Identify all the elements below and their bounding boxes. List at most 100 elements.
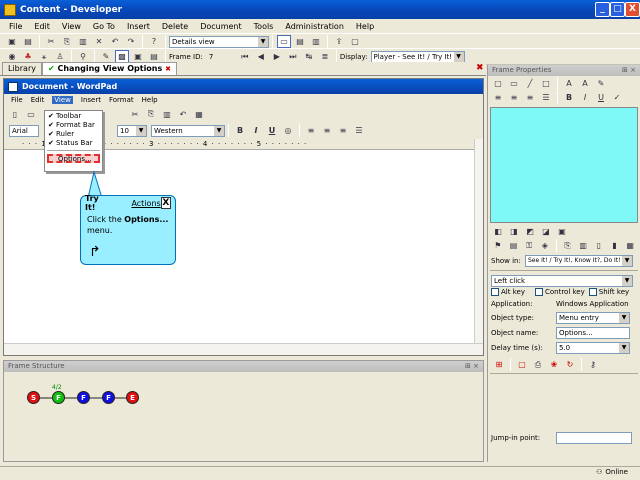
object-type-combo[interactable]: Menu entry ▼ xyxy=(556,312,630,324)
menu-item-ruler[interactable]: ✔ Ruler xyxy=(45,129,102,138)
tryit-close-button[interactable]: X xyxy=(160,197,171,209)
underline-icon[interactable]: U xyxy=(594,91,608,104)
tool-e-icon[interactable]: ▣ xyxy=(555,225,569,238)
font-size-icon[interactable]: A xyxy=(578,77,592,90)
event-icon[interactable]: ⊞ xyxy=(492,358,506,371)
menu-item-status-bar[interactable]: ✔ Status Bar xyxy=(45,138,102,147)
frame-node[interactable]: F xyxy=(77,391,90,404)
open-icon[interactable]: ▭ xyxy=(24,108,38,121)
menu-tools[interactable]: Tools xyxy=(254,22,274,31)
menu-view[interactable]: View xyxy=(62,22,81,31)
font-icon[interactable]: A xyxy=(562,77,576,90)
refresh-icon[interactable]: ↻ xyxy=(563,358,577,371)
window-icon[interactable]: ▢ xyxy=(348,35,362,48)
tool-c-icon[interactable]: ◩ xyxy=(523,225,537,238)
undo-icon[interactable]: ↶ xyxy=(108,35,122,48)
panel-pin-icon[interactable]: ⊞ × xyxy=(465,361,479,372)
select-icon[interactable]: ▢ xyxy=(491,77,505,90)
copy-icon[interactable]: ⎘ xyxy=(144,108,158,121)
shift-key-checkbox[interactable] xyxy=(588,288,597,296)
bold-button[interactable]: B xyxy=(233,124,247,137)
document-editor[interactable] xyxy=(4,151,474,343)
jump-in-input[interactable] xyxy=(556,432,632,444)
vertical-scrollbar[interactable] xyxy=(474,139,483,343)
tab-library[interactable]: Library xyxy=(2,62,42,75)
horizontal-scrollbar[interactable] xyxy=(4,343,483,355)
frame-node-current[interactable]: F xyxy=(52,391,65,404)
print-icon[interactable]: ⎙ xyxy=(531,358,545,371)
italic-button[interactable]: I xyxy=(249,124,263,137)
show-in-combo[interactable]: See It! / Try It!, Know It?, Do It! ▼ xyxy=(525,254,633,267)
lock-icon[interactable]: ⚿ xyxy=(522,239,536,252)
align-center-icon[interactable]: ≡ xyxy=(507,91,521,104)
actions-link[interactable]: Actions xyxy=(131,199,160,208)
undo-icon[interactable]: ↶ xyxy=(176,108,190,121)
ribbon-icon[interactable]: ❀ xyxy=(547,358,561,371)
wp-menu-view[interactable]: View xyxy=(52,96,73,104)
delay-combo[interactable]: 5.0 ▼ xyxy=(556,342,630,354)
menu-item-options[interactable]: Options... xyxy=(47,154,100,163)
publish-icon[interactable]: ⇪ xyxy=(332,35,346,48)
action-combo[interactable]: Left click ▼ xyxy=(491,275,633,287)
doc-icon[interactable]: ▯ xyxy=(592,239,606,252)
wp-menu-file[interactable]: File xyxy=(11,96,23,104)
line-icon[interactable]: ╱ xyxy=(523,77,537,90)
redo-icon[interactable]: ↷ xyxy=(124,35,138,48)
wp-menu-edit[interactable]: Edit xyxy=(31,96,45,104)
key-icon[interactable]: ⚷ xyxy=(586,358,600,371)
alt-key-checkbox[interactable] xyxy=(491,288,499,296)
flag-icon[interactable]: ⚑ xyxy=(491,239,505,252)
menu-edit[interactable]: Edit xyxy=(34,22,50,31)
note-icon[interactable]: ▤ xyxy=(507,239,521,252)
tab-close-icon[interactable]: ✖ xyxy=(165,65,171,73)
box-icon[interactable]: ▢ xyxy=(515,358,529,371)
minimize-button[interactable]: _ xyxy=(595,2,610,17)
bubble-text-editor[interactable] xyxy=(490,107,638,223)
script-combo[interactable]: Western ▼ xyxy=(151,124,225,137)
align-right-icon[interactable]: ≡ xyxy=(336,124,350,137)
control-key-checkbox[interactable] xyxy=(534,288,543,296)
open-icon[interactable]: ▣ xyxy=(5,35,19,48)
color-icon[interactable]: ◎ xyxy=(281,124,295,137)
doc-red-icon[interactable]: ▮ xyxy=(608,239,622,252)
layout-columns-icon[interactable]: ▥ xyxy=(309,35,323,48)
save-icon[interactable]: ▤ xyxy=(21,35,35,48)
close-document-icon[interactable]: ✖ xyxy=(476,63,484,73)
spellcheck-icon[interactable]: ✓ xyxy=(610,91,624,104)
maximize-button[interactable]: □ xyxy=(610,2,625,17)
view-combo[interactable]: Details view ▼ xyxy=(169,35,269,48)
justify-icon[interactable]: ☰ xyxy=(539,91,553,104)
menu-help[interactable]: Help xyxy=(356,22,374,31)
align-left-icon[interactable]: ≡ xyxy=(304,124,318,137)
new-icon[interactable]: ▯ xyxy=(8,108,22,121)
paint-icon[interactable]: ◈ xyxy=(538,239,552,252)
size-combo[interactable]: 10 ▼ xyxy=(117,124,147,137)
italic-icon[interactable]: I xyxy=(578,91,592,104)
menu-document[interactable]: Document xyxy=(200,22,241,31)
cut-icon[interactable]: ✂ xyxy=(128,108,142,121)
delete-icon[interactable]: ✕ xyxy=(92,35,106,48)
menu-item-toolbar[interactable]: ✔ Toolbar xyxy=(45,111,102,120)
align-center-icon[interactable]: ≡ xyxy=(320,124,334,137)
close-button[interactable]: X xyxy=(625,2,640,17)
tab-changing-view-options[interactable]: ✔ Changing View Options ✖ xyxy=(41,62,177,75)
layout-split-icon[interactable]: ▤ xyxy=(293,35,307,48)
menu-administration[interactable]: Administration xyxy=(285,22,344,31)
pages-icon[interactable]: ▥ xyxy=(576,239,590,252)
tool-b-icon[interactable]: ◨ xyxy=(507,225,521,238)
wp-menu-insert[interactable]: Insert xyxy=(81,96,101,104)
paste-icon[interactable]: ▥ xyxy=(76,35,90,48)
panel-pin-icon[interactable]: ⊞ × xyxy=(622,65,636,76)
bullets-icon[interactable]: ☰ xyxy=(352,124,366,137)
wp-menu-help[interactable]: Help xyxy=(142,96,158,104)
align-right-icon[interactable]: ≡ xyxy=(523,91,537,104)
book-icon[interactable]: ▦ xyxy=(623,239,637,252)
font-combo[interactable]: Arial xyxy=(9,124,39,137)
tool-a-icon[interactable]: ◧ xyxy=(491,225,505,238)
help-icon[interactable]: ? xyxy=(147,35,161,48)
frame-node[interactable]: F xyxy=(102,391,115,404)
menu-goto[interactable]: Go To xyxy=(93,22,115,31)
underline-button[interactable]: U xyxy=(265,124,279,137)
menu-item-format-bar[interactable]: ✔ Format Bar xyxy=(45,120,102,129)
copy-icon[interactable]: ⎘ xyxy=(561,239,575,252)
